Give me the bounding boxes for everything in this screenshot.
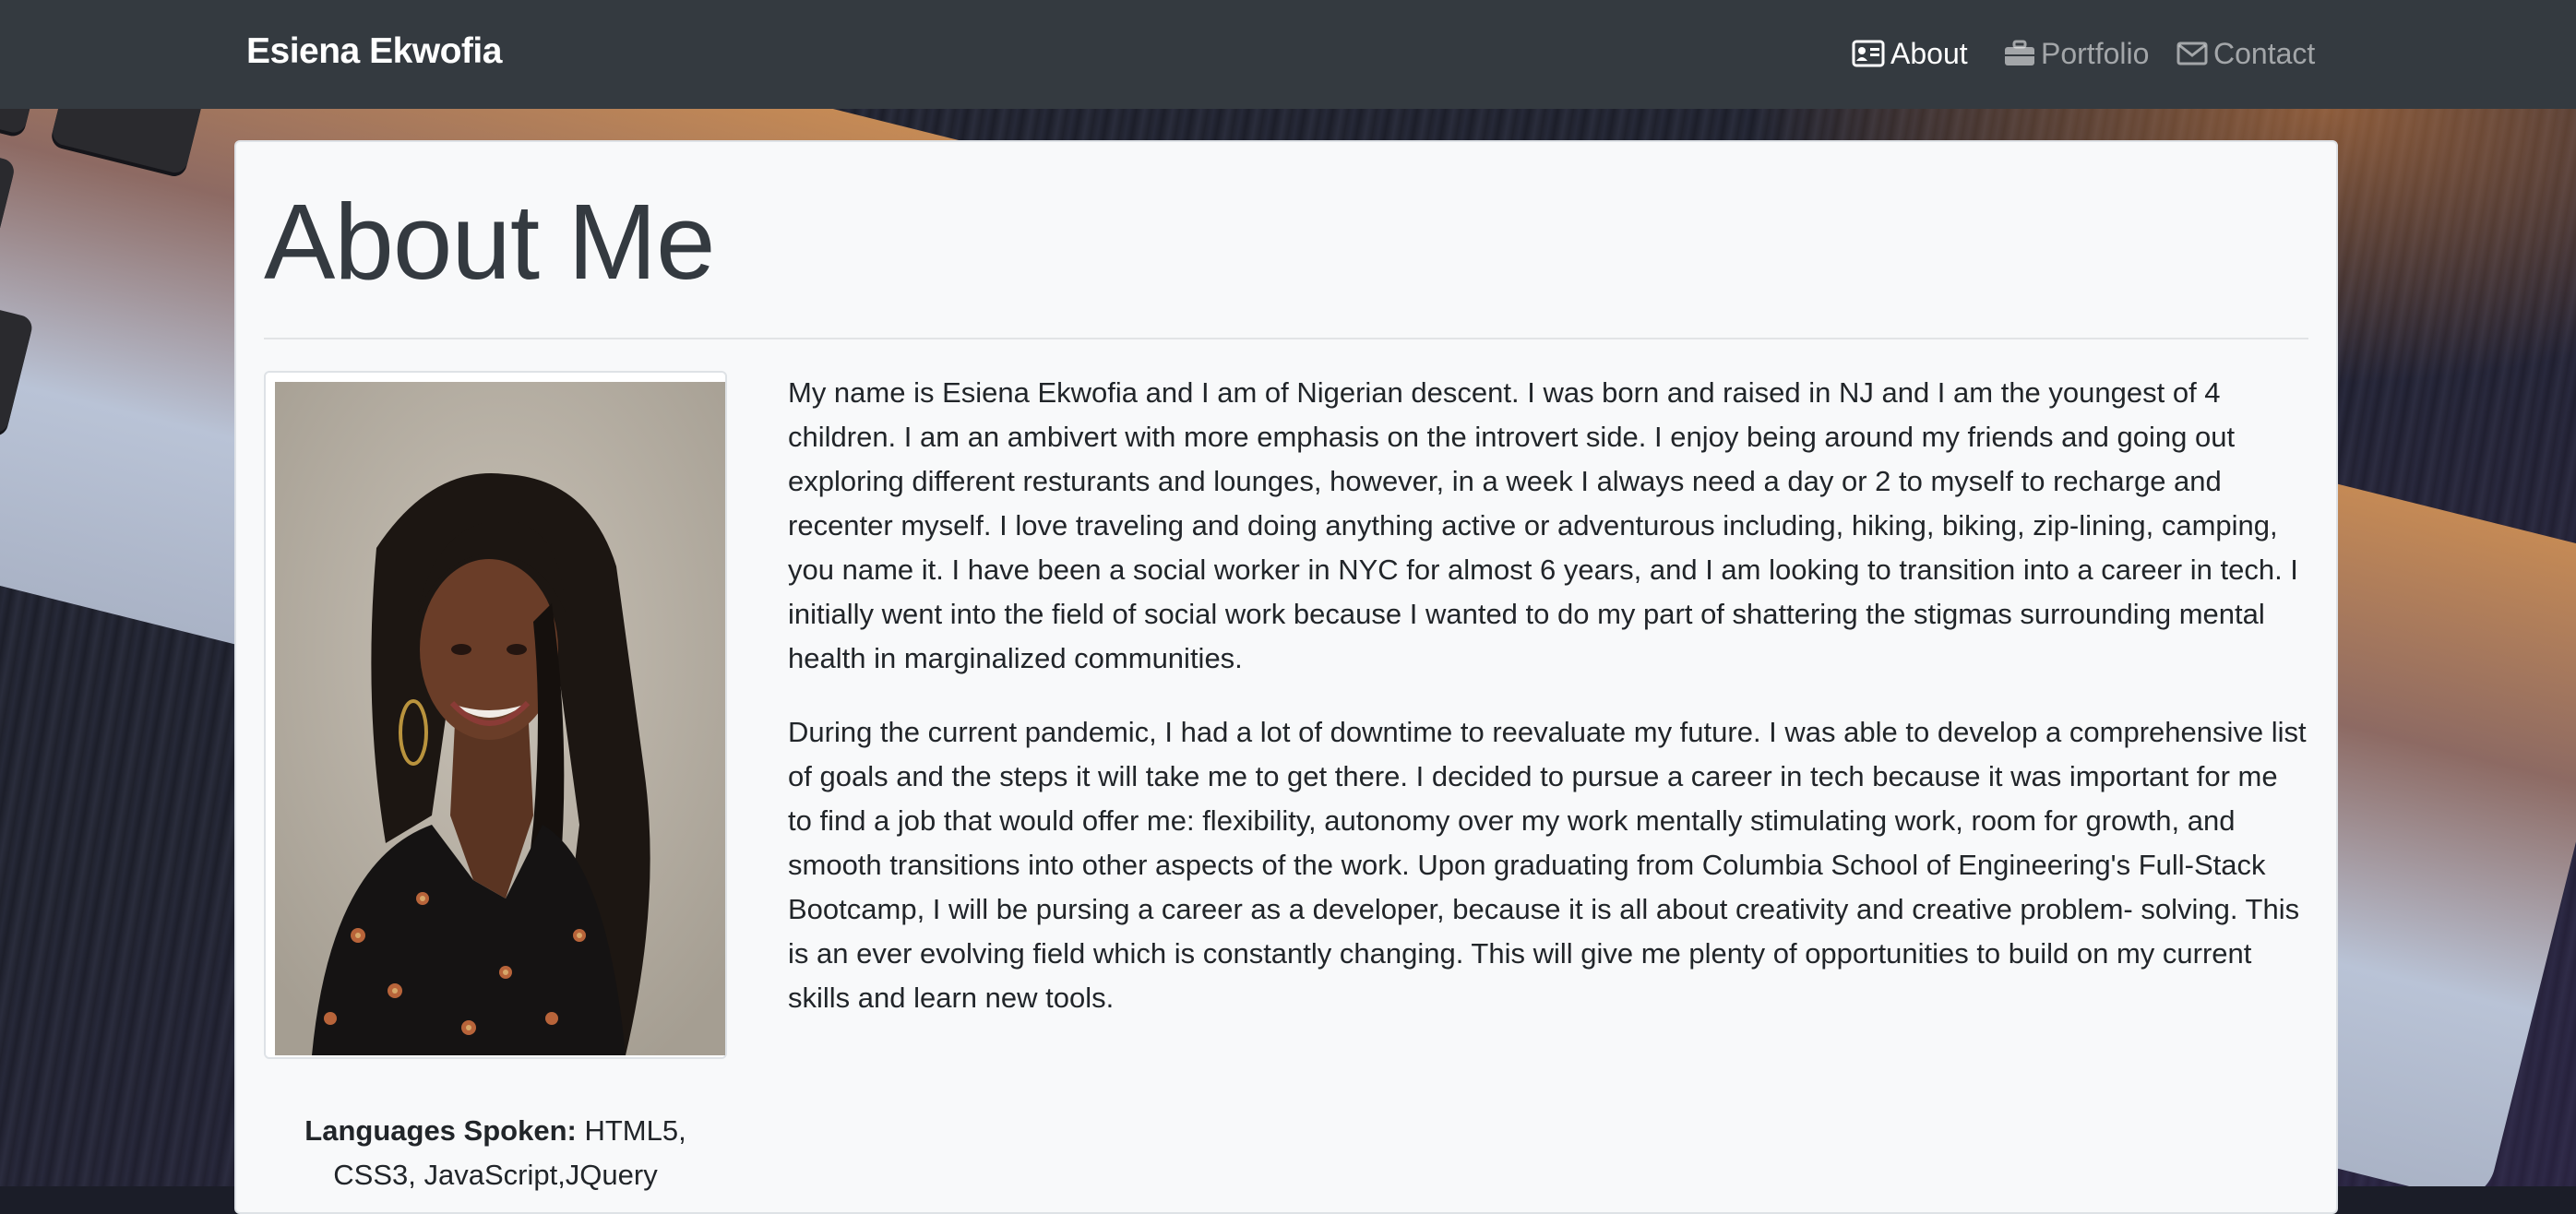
page-title: About Me [264, 182, 716, 302]
envelope-icon [2176, 42, 2208, 65]
nav-link-contact-label: Contact [2213, 37, 2316, 70]
bio-paragraph: During the current pandemic, I had a lot… [788, 716, 2307, 1014]
about-card: About Me My name is Esiena Ekwofia and I… [234, 140, 2338, 1214]
profile-photo-frame [264, 371, 727, 1059]
bio-paragraph: My name is Esiena Ekwofia and I am of Ni… [788, 376, 2298, 674]
top-navbar: Esiena Ekwofia About Portfolio Contact [0, 0, 2576, 109]
languages-label: Languages Spoken: [304, 1114, 577, 1147]
keyboard-key: ⇧ [0, 130, 17, 279]
nav-link-portfolio[interactable]: Portfolio [2004, 33, 2149, 74]
keyboard-key-ctrl: ctrl [0, 278, 35, 435]
profile-photo [275, 382, 725, 1055]
brand-link[interactable]: Esiena Ekwofia [246, 28, 502, 76]
keyboard-key [50, 109, 211, 176]
nav-link-portfolio-label: Portfolio [2041, 37, 2150, 70]
languages-spoken: Languages Spoken: HTML5, CSS3, JavaScrip… [264, 1109, 727, 1197]
title-divider [264, 338, 2308, 339]
id-card-icon [1852, 40, 1885, 67]
keyboard-key [0, 109, 51, 136]
nav-link-contact[interactable]: Contact [2176, 33, 2315, 74]
nav-link-about[interactable]: About [1852, 33, 1968, 74]
bio-text: My name is Esiena Ekwofia and I am of Ni… [788, 371, 2308, 1050]
nav-link-about-label: About [1890, 37, 1968, 70]
briefcase-icon [2004, 40, 2035, 67]
